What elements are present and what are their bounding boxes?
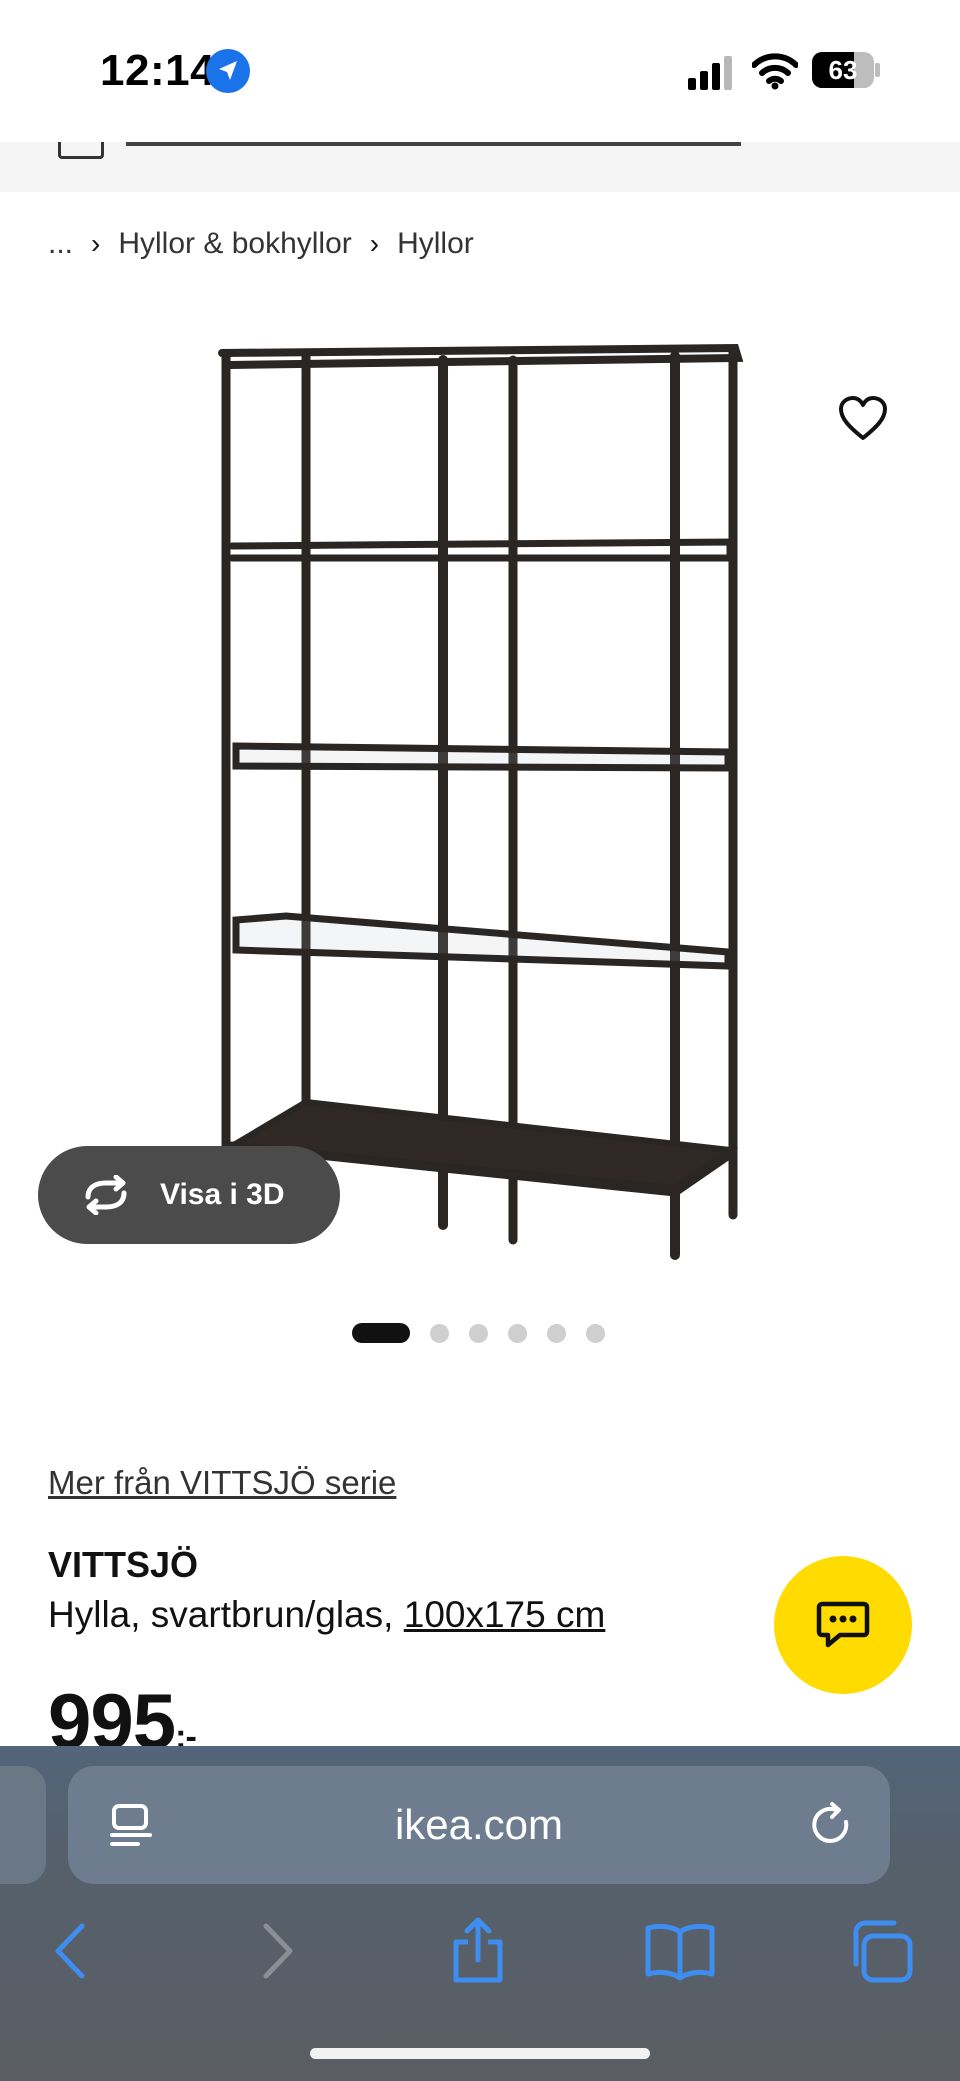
wifi-icon xyxy=(752,53,798,90)
size-link[interactable]: 100x175 cm xyxy=(404,1594,606,1635)
gallery-dot[interactable] xyxy=(508,1323,527,1343)
signal-icon xyxy=(688,56,732,90)
breadcrumb-item-hyllor[interactable]: Hyllor xyxy=(397,227,474,261)
chat-icon xyxy=(816,1601,870,1648)
forward-icon[interactable] xyxy=(258,1916,298,1986)
basket-icon[interactable] xyxy=(58,142,104,159)
gallery-dot[interactable] xyxy=(469,1323,488,1343)
gallery-dot[interactable] xyxy=(547,1323,566,1343)
home-indicator[interactable] xyxy=(310,2048,650,2059)
tabs-icon[interactable] xyxy=(848,1916,914,1986)
reload-icon[interactable] xyxy=(808,1800,856,1850)
series-link[interactable]: Mer från VITTSJÖ serie xyxy=(48,1464,396,1502)
gallery-dot-active[interactable] xyxy=(352,1323,410,1343)
heart-icon[interactable] xyxy=(838,396,888,442)
bookmarks-icon[interactable] xyxy=(644,1916,716,1986)
address-bar[interactable]: ikea.com xyxy=(68,1766,890,1884)
location-arrow-icon xyxy=(206,49,250,93)
back-icon[interactable] xyxy=(50,1916,90,1986)
rotate-3d-icon xyxy=(85,1175,127,1215)
view-in-3d-button[interactable]: Visa i 3D xyxy=(38,1146,340,1244)
previous-tab-preview[interactable] xyxy=(0,1766,46,1884)
url-text: ikea.com xyxy=(394,1801,564,1848)
battery-level: 63 xyxy=(828,55,858,85)
chevron-right-icon: › xyxy=(369,228,380,259)
gallery-dot[interactable] xyxy=(586,1323,605,1343)
breadcrumb-ellipsis[interactable]: ... xyxy=(48,227,73,261)
chevron-right-icon: › xyxy=(91,228,101,259)
view-in-3d-label: Visa i 3D xyxy=(160,1178,285,1211)
product-image[interactable] xyxy=(0,320,960,1280)
gallery-dot[interactable] xyxy=(430,1323,449,1343)
gallery-pagination xyxy=(352,1320,625,1346)
product-description: Hylla, svartbrun/glas, 100x175 cm xyxy=(48,1594,605,1636)
header-link-underline[interactable] xyxy=(126,142,741,146)
header-strip xyxy=(0,142,960,192)
breadcrumb: ... › Hyllor & bokhyllor › Hyllor xyxy=(48,224,474,264)
breadcrumb-item-hyllor-bokhyllor[interactable]: Hyllor & bokhyllor xyxy=(118,227,351,261)
status-time: 12:14 xyxy=(100,46,216,95)
browser-toolbar: ikea.com xyxy=(0,1746,960,2081)
product-type: Hylla, svartbrun/glas, xyxy=(48,1594,404,1635)
chat-button[interactable] xyxy=(774,1556,912,1694)
product-name: VITTSJÖ xyxy=(48,1544,199,1585)
status-bar: 12:14 63 xyxy=(0,0,960,142)
share-icon[interactable] xyxy=(448,1916,508,1986)
